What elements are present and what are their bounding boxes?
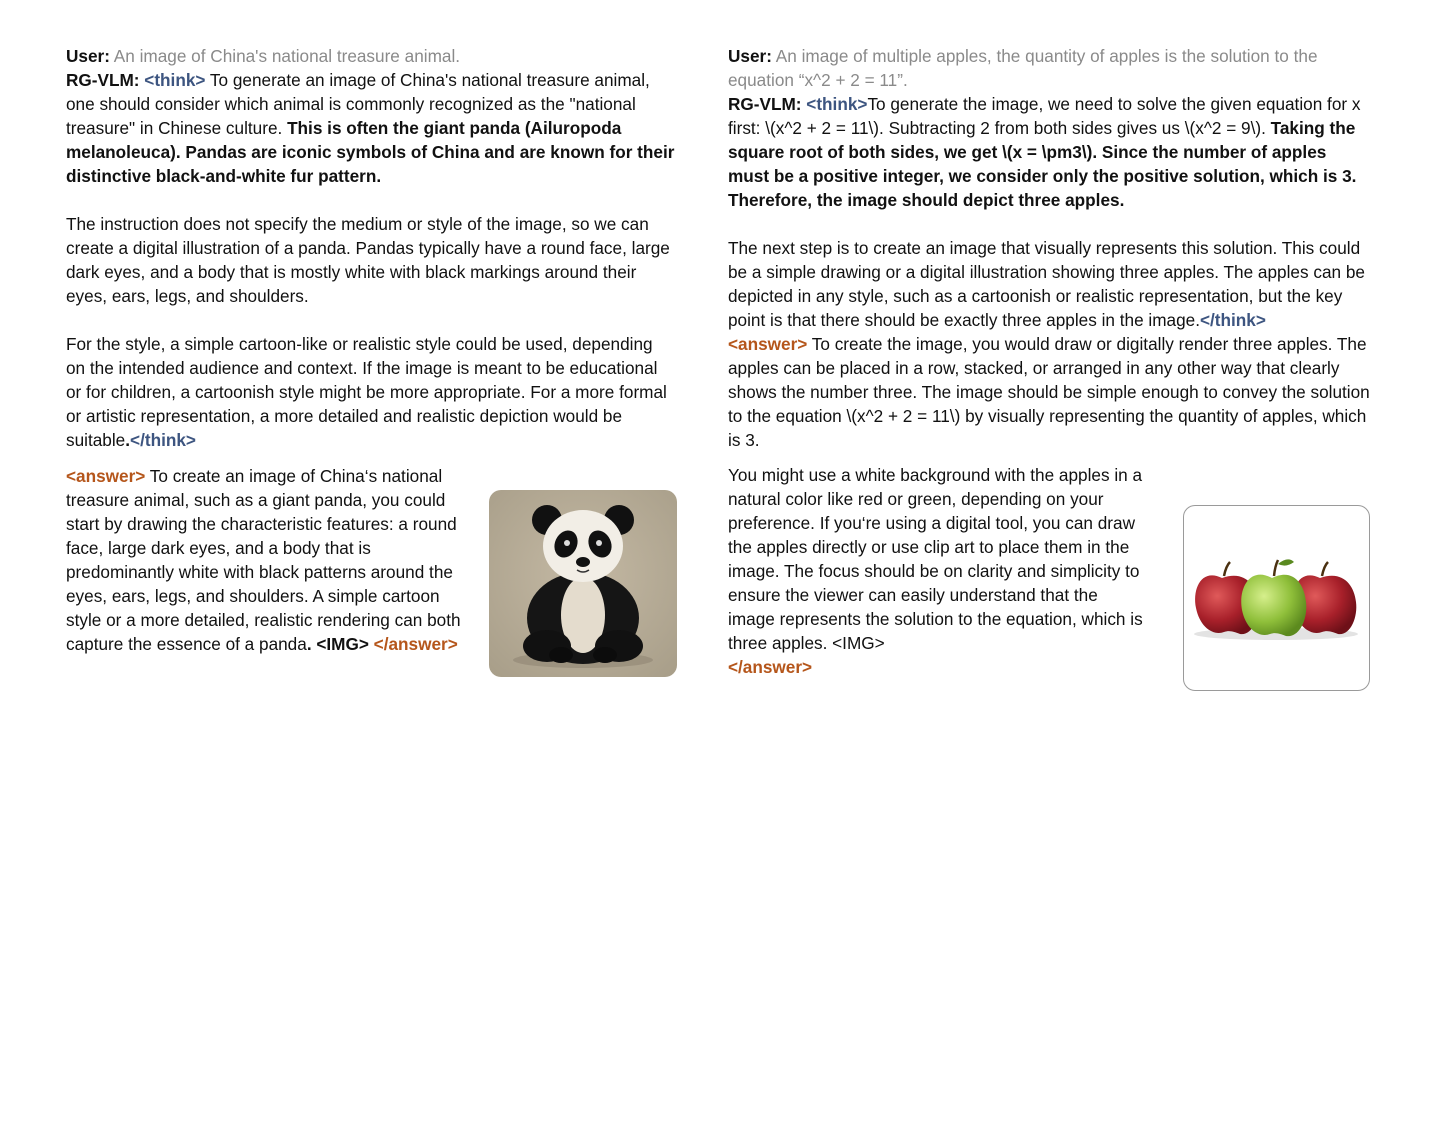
- left-think-paragraph-2: The instruction does not specify the med…: [66, 214, 670, 306]
- think-close-tag: </think>: [130, 430, 196, 450]
- think-open-tag: <think>: [144, 70, 206, 90]
- right-think-paragraph-1: RG-VLM: <think>To generate the image, we…: [728, 92, 1370, 212]
- answer-open-tag: <answer>: [728, 334, 808, 354]
- model-label: RG-VLM:: [66, 70, 140, 90]
- user-prompt: An image of China's national treasure an…: [113, 46, 461, 66]
- left-user-turn: User: An image of China's national treas…: [66, 44, 676, 68]
- img-token: . <IMG>: [306, 634, 369, 654]
- answer-close-tag: </answer>: [368, 634, 458, 654]
- right-think-paragraph-2: The next step is to create an image that…: [728, 236, 1370, 332]
- answer-text: To create an image of China‘s national t…: [66, 466, 461, 654]
- think-open-tag: <think>: [806, 94, 868, 114]
- three-apples-illustration-icon: [1194, 559, 1358, 640]
- answer-text: You might use a white background with th…: [728, 465, 1143, 653]
- model-label: RG-VLM:: [728, 94, 802, 114]
- left-answer-paragraph: <answer> To create an image of China‘s n…: [66, 464, 471, 656]
- left-think-paragraph-3: For the style, a simple cartoon-like or …: [66, 332, 676, 452]
- answer-close-tag: </answer>: [728, 657, 813, 677]
- panda-illustration-icon: [489, 490, 677, 677]
- user-prompt: An image of multiple apples, the quantit…: [728, 46, 1318, 90]
- answer-open-tag: <answer>: [66, 466, 146, 486]
- user-label: User:: [66, 46, 110, 66]
- apples-image: [1183, 505, 1370, 691]
- right-user-turn: User: An image of multiple apples, the q…: [728, 44, 1370, 92]
- right-answer-paragraph-1: <answer> To create the image, you would …: [728, 332, 1370, 452]
- right-answer-paragraph-2: You might use a white background with th…: [728, 463, 1148, 679]
- left-think-paragraph-1: RG-VLM: <think> To generate an image of …: [66, 68, 676, 188]
- answer-text: To create the image, you would draw or d…: [728, 334, 1370, 450]
- think-close-tag: </think>: [1200, 310, 1266, 330]
- panda-image: [489, 490, 677, 677]
- user-label: User:: [728, 46, 772, 66]
- think-text: The next step is to create an image that…: [728, 238, 1365, 330]
